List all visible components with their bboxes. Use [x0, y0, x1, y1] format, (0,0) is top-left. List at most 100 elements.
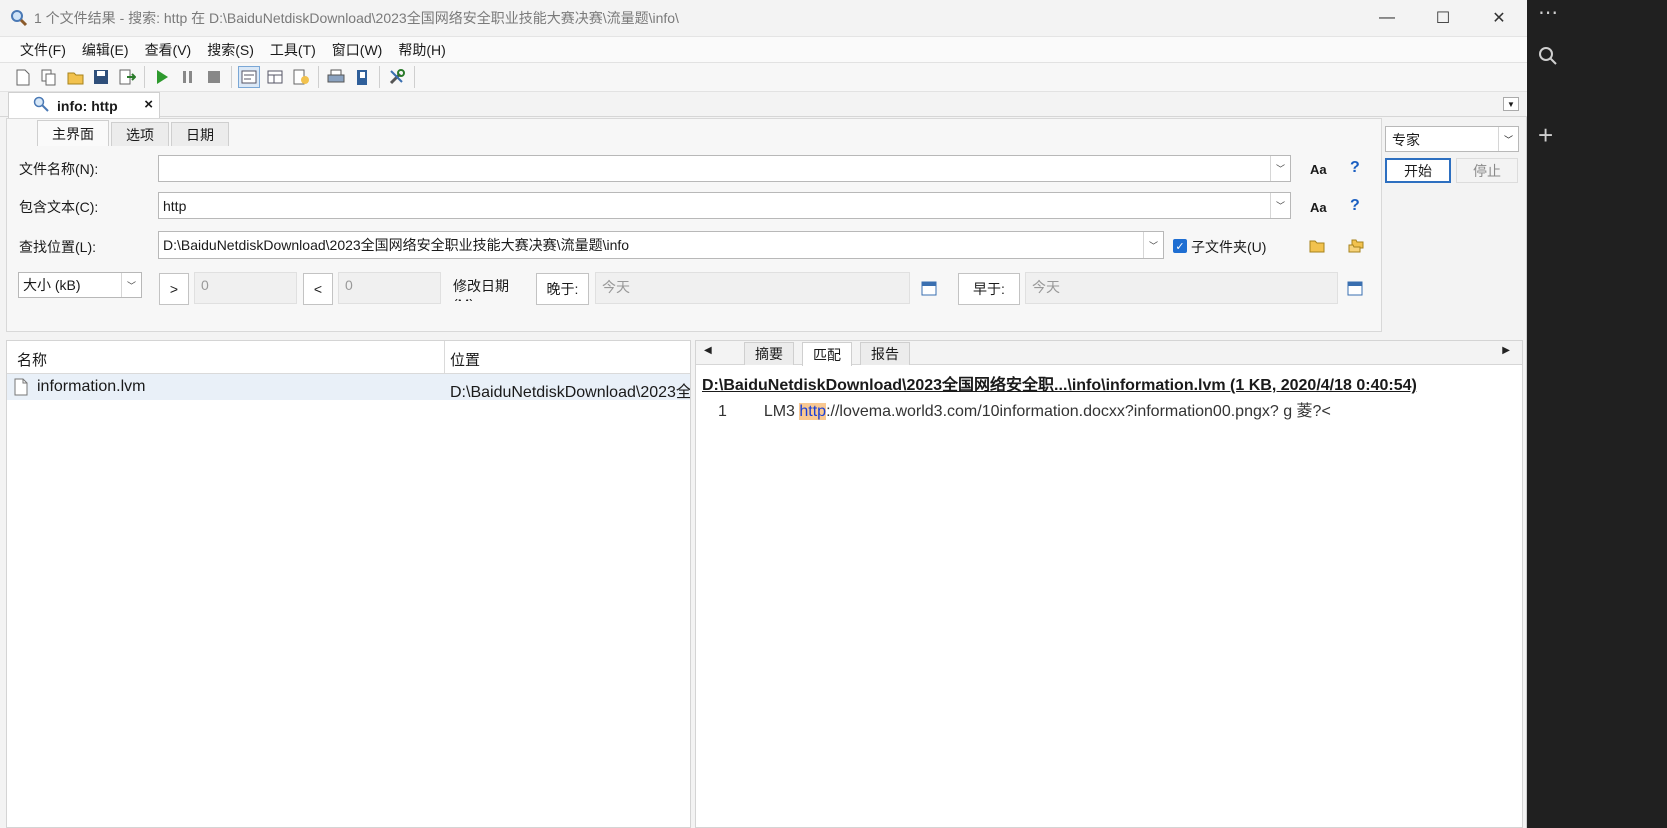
chevron-down-icon[interactable]: ﹀	[1143, 232, 1163, 258]
result-location: D:\BaiduNetdiskDownload\2023全	[450, 384, 690, 401]
stop-button[interactable]: 停止	[1456, 158, 1518, 183]
close-tab-icon[interactable]: ×	[144, 96, 153, 113]
column-location[interactable]: 位置	[450, 349, 480, 370]
match-text-before: LM3	[763, 403, 800, 420]
tab-list-dropdown-icon[interactable]: ▼	[1503, 97, 1519, 111]
after-button[interactable]: 晚于:	[536, 273, 589, 305]
window-title: 1 个文件结果 - 搜索: http 在 D:\BaiduNetdiskDown…	[34, 10, 679, 26]
preview-pane: ◀ 摘要 匹配 报告 ▶ D:\BaiduNetdiskDownload\202…	[695, 340, 1523, 828]
filename-label: 文件名称(N):	[19, 161, 99, 177]
toolbar-separator	[318, 66, 319, 88]
location-value: D:\BaiduNetdiskDownload\2023全国网络安全职业技能大赛…	[163, 237, 630, 253]
multi-folder-icon[interactable]	[1348, 239, 1364, 256]
column-name[interactable]: 名称	[17, 349, 47, 370]
size-unit-select[interactable]: 大小 (kB) ﹀	[18, 272, 142, 298]
app-window: 1 个文件结果 - 搜索: http 在 D:\BaiduNetdiskDown…	[0, 0, 1527, 828]
chevron-down-icon[interactable]: ﹀	[1498, 127, 1518, 151]
location-input[interactable]: D:\BaiduNetdiskDownload\2023全国网络安全职业技能大赛…	[158, 231, 1164, 259]
chevron-down-icon[interactable]: ﹀	[1270, 156, 1290, 181]
match-text-after: ://lovema.world3.com/10information.docxx…	[826, 403, 1331, 420]
table-row[interactable]: information.lvm D:\BaiduNetdiskDownload\…	[7, 374, 690, 401]
tab-date[interactable]: 日期	[171, 122, 229, 146]
toolbar	[0, 62, 1527, 92]
chevron-down-icon[interactable]: ﹀	[1270, 193, 1290, 218]
subfolders-label: 子文件夹(U)	[1191, 239, 1267, 255]
tab-report[interactable]: 报告	[860, 342, 910, 365]
subfolders-checkbox[interactable]: ✓	[1173, 239, 1187, 253]
search-app-icon	[10, 9, 28, 27]
toolbar-separator	[379, 66, 380, 88]
tab-matches[interactable]: 匹配	[802, 342, 852, 366]
menu-file[interactable]: 文件(F)	[12, 40, 74, 60]
size-unit-value: 大小 (kB)	[23, 277, 81, 293]
report-icon[interactable]	[290, 66, 312, 88]
match-case-icon[interactable]: Aa	[1310, 162, 1327, 177]
contains-text-label: 包含文本(C):	[19, 199, 99, 215]
export-icon[interactable]	[116, 66, 138, 88]
menu-bar: 文件(F) 编辑(E) 查看(V) 搜索(S) 工具(T) 窗口(W) 帮助(H…	[0, 36, 1527, 62]
result-file-name: information.lvm	[37, 378, 146, 395]
chevron-down-icon[interactable]: ﹀	[121, 273, 141, 297]
menu-window[interactable]: 窗口(W)	[324, 40, 391, 60]
book-icon[interactable]	[351, 66, 373, 88]
start-button[interactable]: 开始	[1385, 158, 1451, 183]
print-icon[interactable]	[325, 66, 347, 88]
match-highlight: http	[799, 403, 827, 420]
criteria-tabs: 主界面 选项 日期	[37, 120, 231, 148]
file-icon	[14, 378, 28, 399]
menu-tools[interactable]: 工具(T)	[262, 40, 324, 60]
help-icon[interactable]: ?	[1350, 197, 1360, 215]
before-button[interactable]: 早于:	[958, 273, 1020, 305]
greater-than-button[interactable]: >	[159, 273, 189, 305]
browse-folder-icon[interactable]	[1309, 239, 1325, 256]
copy-icon[interactable]	[38, 66, 60, 88]
after-date-input[interactable]: 今天	[595, 272, 910, 304]
toolbar-separator	[144, 66, 145, 88]
wrap-lines-icon[interactable]	[238, 66, 260, 88]
contains-text-input[interactable]: http ﹀	[158, 192, 1291, 219]
scroll-right-icon[interactable]: ▶	[1502, 345, 1510, 356]
less-than-button[interactable]: <	[303, 273, 333, 305]
size-max-input[interactable]: 0	[338, 272, 441, 304]
maximize-icon[interactable]: ☐	[1415, 0, 1471, 36]
before-date-input[interactable]: 今天	[1025, 272, 1338, 304]
help-icon[interactable]: ?	[1350, 159, 1360, 177]
add-icon[interactable]: +	[1538, 120, 1553, 151]
open-folder-icon[interactable]	[64, 66, 86, 88]
toolbar-separator	[414, 66, 415, 88]
close-icon[interactable]: ✕	[1471, 0, 1527, 36]
menu-search[interactable]: 搜索(S)	[199, 40, 262, 60]
start-search-icon[interactable]	[151, 66, 173, 88]
size-min-input[interactable]: 0	[194, 272, 297, 304]
menu-edit[interactable]: 编辑(E)	[74, 40, 137, 60]
calendar-icon[interactable]	[921, 280, 937, 299]
menu-help[interactable]: 帮助(H)	[390, 40, 453, 60]
match-case-icon[interactable]: Aa	[1310, 200, 1327, 215]
settings-tools-icon[interactable]	[386, 66, 408, 88]
stop-icon[interactable]	[203, 66, 225, 88]
tab-summary[interactable]: 摘要	[744, 342, 794, 365]
new-file-icon[interactable]	[12, 66, 34, 88]
pause-icon[interactable]	[177, 66, 199, 88]
location-label: 查找位置(L):	[19, 239, 96, 255]
document-tab-label: info: http	[57, 97, 118, 114]
save-icon[interactable]	[90, 66, 112, 88]
search-document-tab[interactable]: info: http ×	[8, 92, 160, 118]
minimize-icon[interactable]: —	[1359, 0, 1415, 36]
tab-options[interactable]: 选项	[111, 122, 169, 146]
title-bar: 1 个文件结果 - 搜索: http 在 D:\BaiduNetdiskDown…	[0, 0, 1527, 36]
more-options-icon[interactable]: ⋯	[1538, 0, 1558, 25]
filename-input[interactable]: ﹀	[158, 155, 1291, 182]
line-number: 1	[718, 403, 727, 420]
match-file-header[interactable]: D:\BaiduNetdiskDownload\2023全国网络安全职...\i…	[702, 371, 1417, 395]
mode-select[interactable]: 专家 ﹀	[1385, 126, 1519, 152]
scroll-left-icon[interactable]: ◀	[704, 345, 712, 356]
search-icon[interactable]	[1538, 46, 1558, 72]
results-list: 名称 位置 information.lvm D:\BaiduNetdiskDow…	[6, 340, 691, 828]
column-divider[interactable]	[444, 341, 445, 374]
toolbar-separator	[231, 66, 232, 88]
menu-view[interactable]: 查看(V)	[137, 40, 200, 60]
tab-main[interactable]: 主界面	[37, 120, 109, 146]
layout-icon[interactable]	[264, 66, 286, 88]
calendar-icon[interactable]	[1347, 280, 1363, 299]
